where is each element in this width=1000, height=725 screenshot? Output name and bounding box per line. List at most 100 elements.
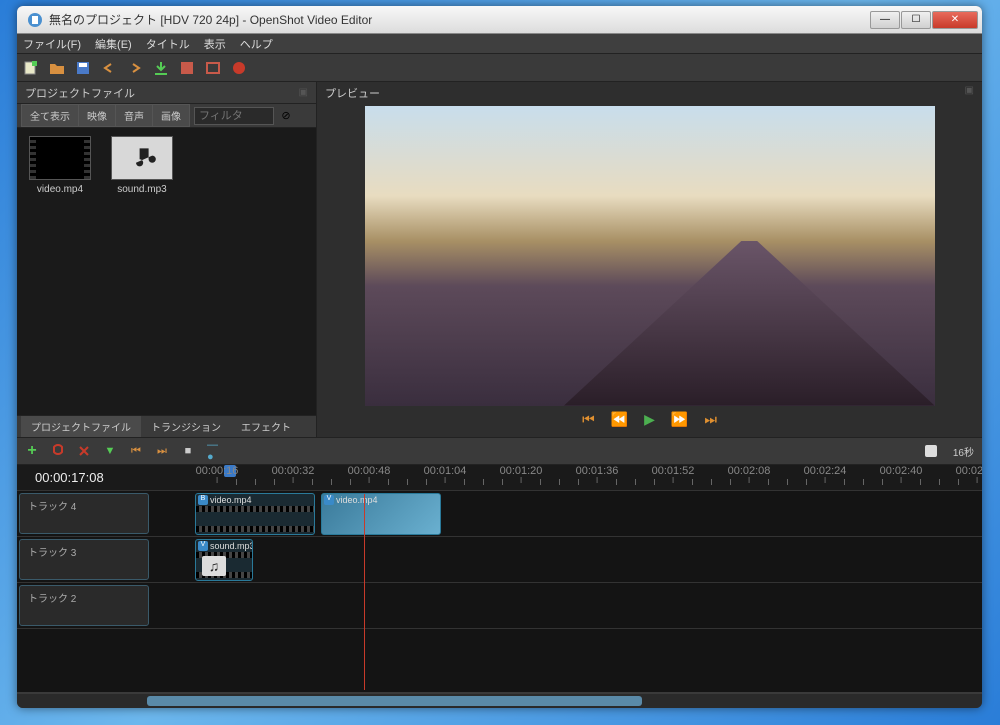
tab-effects[interactable]: エフェクト: [231, 416, 301, 437]
ruler-tick: 00:01:52: [652, 465, 695, 483]
track-header[interactable]: トラック 2: [19, 585, 149, 626]
project-files-title: プロジェクトファイル: [25, 85, 135, 101]
file-list[interactable]: video.mp4 sound.mp3: [17, 128, 316, 415]
window-title: 無名のプロジェクト [HDV 720 24p] - OpenShot Video…: [49, 11, 869, 28]
timeline-clip[interactable]: Vvideo.mp4: [321, 493, 441, 535]
main-area: プロジェクトファイル ▣ 全て表示 映像 音声 画像 ⊘ video.mp4: [17, 82, 982, 437]
snap-icon[interactable]: [51, 444, 65, 458]
ruler-tick: 00:01:04: [424, 465, 467, 483]
preview-panel: プレビュー ▣ ⏮ ⏪ ▶ ⏩ ⏭ ⋯⋯: [317, 82, 982, 437]
file-item-audio[interactable]: sound.mp3: [107, 136, 177, 195]
preview-header: プレビュー ▣: [317, 82, 982, 104]
ruler-tick: 00:01:36: [576, 465, 619, 483]
app-window: 無名のプロジェクト [HDV 720 24p] - OpenShot Video…: [17, 6, 982, 708]
tab-audio[interactable]: 音声: [115, 104, 152, 127]
playback-controls: ⏮ ⏪ ▶ ⏩ ⏭: [317, 407, 982, 431]
zoom-slider-icon[interactable]: —●: [207, 444, 221, 458]
menu-help[interactable]: ヘルプ: [240, 36, 273, 52]
app-icon: [27, 12, 43, 28]
zoom-label: 16秒: [953, 444, 974, 459]
fast-forward-button[interactable]: ⏩: [671, 411, 688, 428]
razor-icon[interactable]: [77, 444, 91, 458]
timeline-clip[interactable]: Vsound.mp3♫: [195, 539, 253, 581]
current-timecode: 00:00:17:08: [17, 470, 147, 485]
timeline-scrollbar[interactable]: [17, 694, 982, 708]
tab-video[interactable]: 映像: [78, 104, 115, 127]
video-thumb: [29, 136, 91, 180]
preview-frame: [365, 106, 935, 406]
music-note-icon: [127, 143, 157, 173]
timeline-clip[interactable]: Bvideo.mp4: [195, 493, 315, 535]
preview-title: プレビュー: [325, 85, 380, 101]
redo-icon[interactable]: [127, 60, 143, 76]
rewind-button[interactable]: ⏪: [611, 411, 628, 428]
track-header[interactable]: トラック 3: [19, 539, 149, 580]
clear-filter-icon[interactable]: ⊘: [278, 108, 294, 124]
file-label: video.mp4: [37, 184, 83, 195]
marker-icon[interactable]: ▼: [103, 444, 117, 458]
ruler-tick: 00:02:56: [956, 465, 982, 483]
preview-viewport[interactable]: [317, 104, 982, 407]
ruler-tick: 00:02:24: [804, 465, 847, 483]
file-item-video[interactable]: video.mp4: [25, 136, 95, 195]
ruler-tick: 00:00:48: [348, 465, 391, 483]
tab-show-all[interactable]: 全て表示: [21, 104, 78, 127]
fullscreen-icon[interactable]: [205, 60, 221, 76]
export-icon[interactable]: [231, 60, 247, 76]
jump-start-button[interactable]: ⏮: [582, 411, 595, 428]
panel-undock-icon[interactable]: ▣: [965, 85, 974, 101]
add-track-icon[interactable]: +: [25, 444, 39, 458]
track-header[interactable]: トラック 4: [19, 493, 149, 534]
close-button[interactable]: ✕: [932, 11, 978, 29]
menubar: ファイル(F) 編集(E) タイトル 表示 ヘルプ: [17, 34, 982, 54]
menu-title[interactable]: タイトル: [146, 36, 190, 52]
profile-icon[interactable]: [179, 60, 195, 76]
open-project-icon[interactable]: [49, 60, 65, 76]
playhead-line: [364, 494, 365, 690]
track-lane[interactable]: Vsound.mp3♫: [151, 537, 982, 582]
tracks-area[interactable]: トラック 4Bvideo.mp4Vvideo.mp4トラック 3Vsound.m…: [17, 491, 982, 692]
ruler-tick: 00:01:20: [500, 465, 543, 483]
prev-marker-icon[interactable]: ⏮: [129, 444, 143, 458]
tab-project-files[interactable]: プロジェクトファイル: [21, 416, 141, 437]
ruler-tick: 00:02:40: [880, 465, 923, 483]
track: トラック 4Bvideo.mp4Vvideo.mp4: [17, 491, 982, 537]
next-marker-icon[interactable]: ⏭: [155, 444, 169, 458]
panel-undock-icon[interactable]: ▣: [299, 87, 308, 98]
ruler-scale[interactable]: 00:00:16 00:00:32 00:00:48 00:01:04 00:01:20…: [147, 465, 982, 490]
left-bottom-tabs: プロジェクトファイル トランジション エフェクト: [17, 415, 316, 437]
tab-transitions[interactable]: トランジション: [141, 416, 231, 437]
main-toolbar: [17, 54, 982, 82]
menu-edit[interactable]: 編集(E): [95, 36, 132, 52]
file-label: sound.mp3: [117, 184, 166, 195]
tab-image[interactable]: 画像: [152, 104, 190, 127]
track-lane[interactable]: [151, 583, 982, 628]
project-files-header: プロジェクトファイル ▣: [17, 82, 316, 104]
new-project-icon[interactable]: [23, 60, 39, 76]
maximize-button[interactable]: ☐: [901, 11, 931, 29]
undo-icon[interactable]: [101, 60, 117, 76]
filter-input[interactable]: [194, 107, 274, 125]
scrollbar-thumb[interactable]: [147, 696, 642, 706]
zoom-checkbox[interactable]: [925, 445, 937, 457]
project-files-panel: プロジェクトファイル ▣ 全て表示 映像 音声 画像 ⊘ video.mp4: [17, 82, 317, 437]
titlebar[interactable]: 無名のプロジェクト [HDV 720 24p] - OpenShot Video…: [17, 6, 982, 34]
menu-file[interactable]: ファイル(F): [23, 36, 81, 52]
minimize-button[interactable]: —: [870, 11, 900, 29]
file-filter-tabs: 全て表示 映像 音声 画像 ⊘: [17, 104, 316, 128]
jump-end-button[interactable]: ⏭: [704, 411, 717, 428]
ruler-tick: 00:00:32: [272, 465, 315, 483]
ruler-tick: 00:00:16: [196, 465, 239, 483]
audio-thumb: [111, 136, 173, 180]
timeline-ruler[interactable]: 00:00:17:08 00:00:1600:00:3200:00:4800:0…: [17, 465, 982, 491]
track: トラック 3 Vsound.mp3♫: [17, 537, 982, 583]
window-controls: — ☐ ✕: [869, 11, 978, 29]
import-icon[interactable]: [153, 60, 169, 76]
track-lane[interactable]: Bvideo.mp4Vvideo.mp4: [151, 491, 982, 536]
play-button[interactable]: ▶: [644, 411, 655, 428]
menu-view[interactable]: 表示: [204, 36, 226, 52]
save-project-icon[interactable]: [75, 60, 91, 76]
ruler-tick: 00:02:08: [728, 465, 771, 483]
center-playhead-icon[interactable]: ■: [181, 444, 195, 458]
track: トラック 2: [17, 583, 982, 629]
